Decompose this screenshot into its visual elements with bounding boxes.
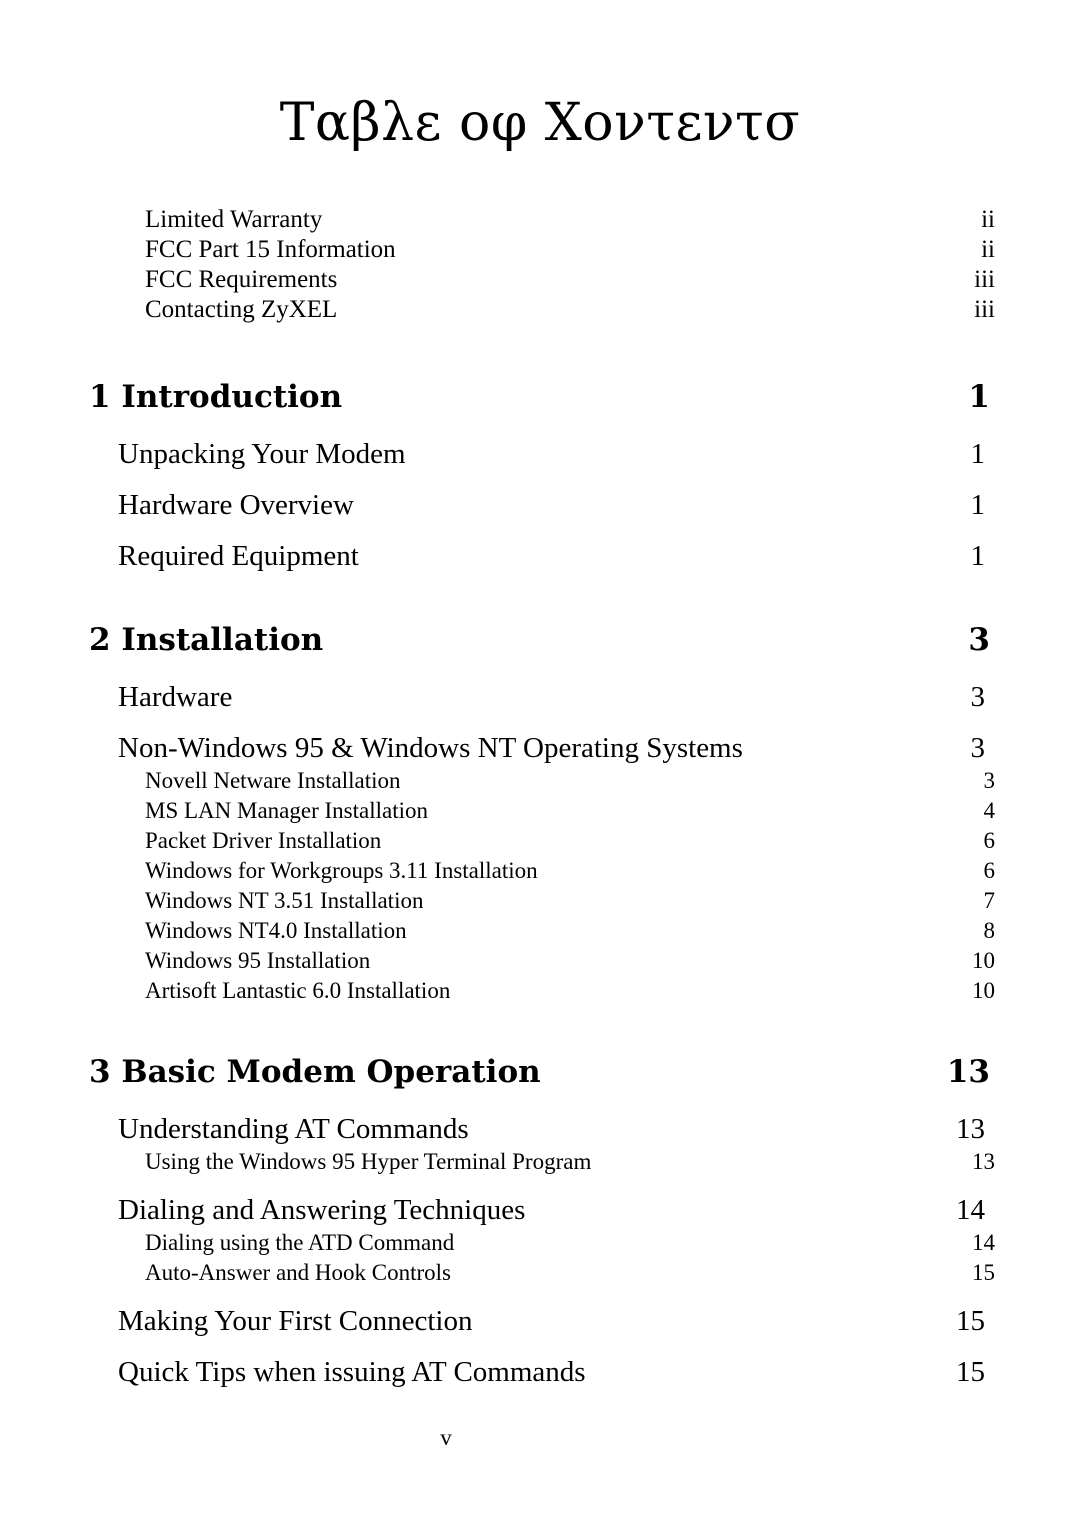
toc-chapter-entry-label: 2 Installation: [89, 622, 324, 658]
toc-section-entry-label: Required Equipment: [118, 540, 359, 572]
toc-subsection-entry-label: Windows for Workgroups 3.11 Installation: [145, 858, 538, 883]
toc-section-entry-page-number: 13: [956, 1113, 985, 1145]
toc-section-entry-page-number: 1: [970, 489, 986, 521]
toc-chapter-entry-label: 1 Introduction: [89, 379, 343, 415]
toc-subsection-entry[interactable]: Windows NT4.0 Installation 8: [0, 916, 1080, 946]
toc-front-matter-entry-label: FCC Requirements: [145, 266, 338, 293]
toc-front-matter-entry-label: FCC Part 15 Information: [145, 236, 396, 263]
toc-section-entry[interactable]: Understanding AT Commands 13: [0, 1111, 1080, 1147]
toc-subsection-entry-page-number: 10: [972, 948, 995, 973]
toc-section-entry-label: Hardware Overview: [118, 489, 354, 521]
toc-section-entry[interactable]: Dialing and Answering Techniques 14: [0, 1192, 1080, 1228]
toc-section-entry-label: Making Your First Connection: [118, 1305, 473, 1337]
toc-chapter-entry-label: 3 Basic Modem Operation: [89, 1054, 541, 1090]
toc-subsection-entry-page-number: 7: [983, 888, 996, 913]
toc-section-entry[interactable]: Quick Tips when issuing AT Commands 15: [0, 1354, 1080, 1390]
toc-subsection-entry[interactable]: MS LAN Manager Installation 4: [0, 796, 1080, 826]
toc-section-entry-label: Hardware: [118, 681, 233, 713]
toc-subsection-entry-label: MS LAN Manager Installation: [145, 798, 428, 823]
toc-section-entry-label: Dialing and Answering Techniques: [118, 1194, 526, 1226]
toc-subsection-entry-label: Novell Netware Installation: [145, 768, 401, 793]
toc-chapter-entry-page-number: 1: [968, 379, 990, 415]
toc-chapter-entry-page-number: 13: [946, 1054, 990, 1090]
toc-subsection-entry[interactable]: Windows 95 Installation 10: [0, 946, 1080, 976]
toc-subsection-entry-label: Windows NT 3.51 Installation: [145, 888, 424, 913]
toc-subsection-entry-label: Packet Driver Installation: [145, 828, 382, 853]
toc-subsection-entry-page-number: 6: [983, 828, 996, 853]
toc-section-entry-page-number: 15: [956, 1305, 985, 1337]
toc-subsection-entry-page-number: 15: [972, 1260, 995, 1285]
table-of-contents: Limited Warranty ii FCC Part 15 Informatio…: [0, 205, 1080, 1390]
page-title: Ταβλε οφ Χοντεντσ: [279, 93, 801, 153]
toc-section-entry-page-number: 1: [970, 540, 986, 572]
toc-section-entry[interactable]: Hardware Overview 1: [0, 487, 1080, 523]
toc-subsection-entry[interactable]: Auto-Answer and Hook Controls 15: [0, 1258, 1080, 1288]
toc-chapter-entry[interactable]: 2 Installation 3: [0, 620, 1080, 660]
toc-section-entry-page-number: 3: [970, 732, 986, 764]
toc-section-entry-page-number: 1: [970, 438, 986, 470]
toc-front-matter-entry[interactable]: FCC Requirements iii: [0, 265, 1080, 295]
toc-front-matter-entry[interactable]: Contacting ZyXEL iii: [0, 295, 1080, 325]
toc-subsection-entry-label: Windows 95 Installation: [145, 948, 371, 973]
toc-chapter-entry-page-number: 3: [968, 622, 990, 658]
toc-subsection-entry-page-number: 3: [983, 768, 996, 793]
toc-chapter-entry[interactable]: 1 Introduction 1: [0, 377, 1080, 417]
toc-subsection-entry[interactable]: Dialing using the ATD Command 14: [0, 1228, 1080, 1258]
toc-front-matter-entry-label: Limited Warranty: [145, 206, 323, 233]
toc-subsection-entry[interactable]: Packet Driver Installation 6: [0, 826, 1080, 856]
toc-subsection-entry-label: Artisoft Lantastic 6.0 Installation: [145, 978, 451, 1003]
toc-section-entry[interactable]: Hardware 3: [0, 679, 1080, 715]
toc-section-entry[interactable]: Unpacking Your Modem 1: [0, 436, 1080, 472]
toc-front-matter-entry[interactable]: FCC Part 15 Information ii: [0, 235, 1080, 265]
toc-section-entry-page-number: 3: [970, 681, 986, 713]
toc-front-matter-entry-page-number: ii: [981, 236, 995, 263]
toc-section-entry-label: Understanding AT Commands: [118, 1113, 469, 1145]
footer-page-number: v: [440, 1425, 452, 1450]
toc-section-entry-page-number: 15: [956, 1356, 985, 1388]
toc-section-entry-label: Quick Tips when issuing AT Commands: [118, 1356, 586, 1388]
toc-page: Ταβλε οφ Χοντεντσ Limited Warranty ii FCC …: [0, 0, 1080, 1529]
toc-subsection-entry-label: Dialing using the ATD Command: [145, 1230, 455, 1255]
toc-front-matter-entry[interactable]: Limited Warranty ii: [0, 205, 1080, 235]
toc-subsection-entry-page-number: 6: [983, 858, 996, 883]
toc-front-matter-entry-page-number: iii: [974, 266, 995, 293]
toc-subsection-entry[interactable]: Windows NT 3.51 Installation 7: [0, 886, 1080, 916]
toc-section-entry[interactable]: Required Equipment 1: [0, 538, 1080, 574]
toc-chapter-entry[interactable]: 3 Basic Modem Operation 13: [0, 1052, 1080, 1092]
toc-subsection-entry[interactable]: Novell Netware Installation 3: [0, 766, 1080, 796]
toc-subsection-entry-page-number: 13: [972, 1149, 995, 1174]
toc-subsection-entry-label: Windows NT4.0 Installation: [145, 918, 407, 943]
toc-front-matter-entry-page-number: ii: [981, 206, 995, 233]
toc-subsection-entry-page-number: 14: [972, 1230, 995, 1255]
toc-subsection-entry-label: Auto-Answer and Hook Controls: [145, 1260, 451, 1285]
toc-subsection-entry[interactable]: Windows for Workgroups 3.11 Installation…: [0, 856, 1080, 886]
toc-section-entry[interactable]: Non-Windows 95 & Windows NT Operating Sy…: [0, 730, 1080, 766]
toc-subsection-entry[interactable]: Using the Windows 95 Hyper Terminal Prog…: [0, 1147, 1080, 1177]
toc-section-entry-label: Unpacking Your Modem: [118, 438, 406, 470]
toc-front-matter-entry-page-number: iii: [974, 296, 995, 323]
toc-front-matter-entry-label: Contacting ZyXEL: [145, 296, 338, 323]
toc-section-entry-page-number: 14: [956, 1194, 985, 1226]
toc-subsection-entry[interactable]: Artisoft Lantastic 6.0 Installation 10: [0, 976, 1080, 1006]
toc-section-entry[interactable]: Making Your First Connection 15: [0, 1303, 1080, 1339]
toc-subsection-entry-page-number: 8: [983, 918, 996, 943]
toc-subsection-entry-page-number: 4: [983, 798, 996, 823]
toc-section-entry-label: Non-Windows 95 & Windows NT Operating Sy…: [118, 732, 743, 764]
toc-subsection-entry-page-number: 10: [972, 978, 995, 1003]
toc-subsection-entry-label: Using the Windows 95 Hyper Terminal Prog…: [145, 1149, 592, 1174]
